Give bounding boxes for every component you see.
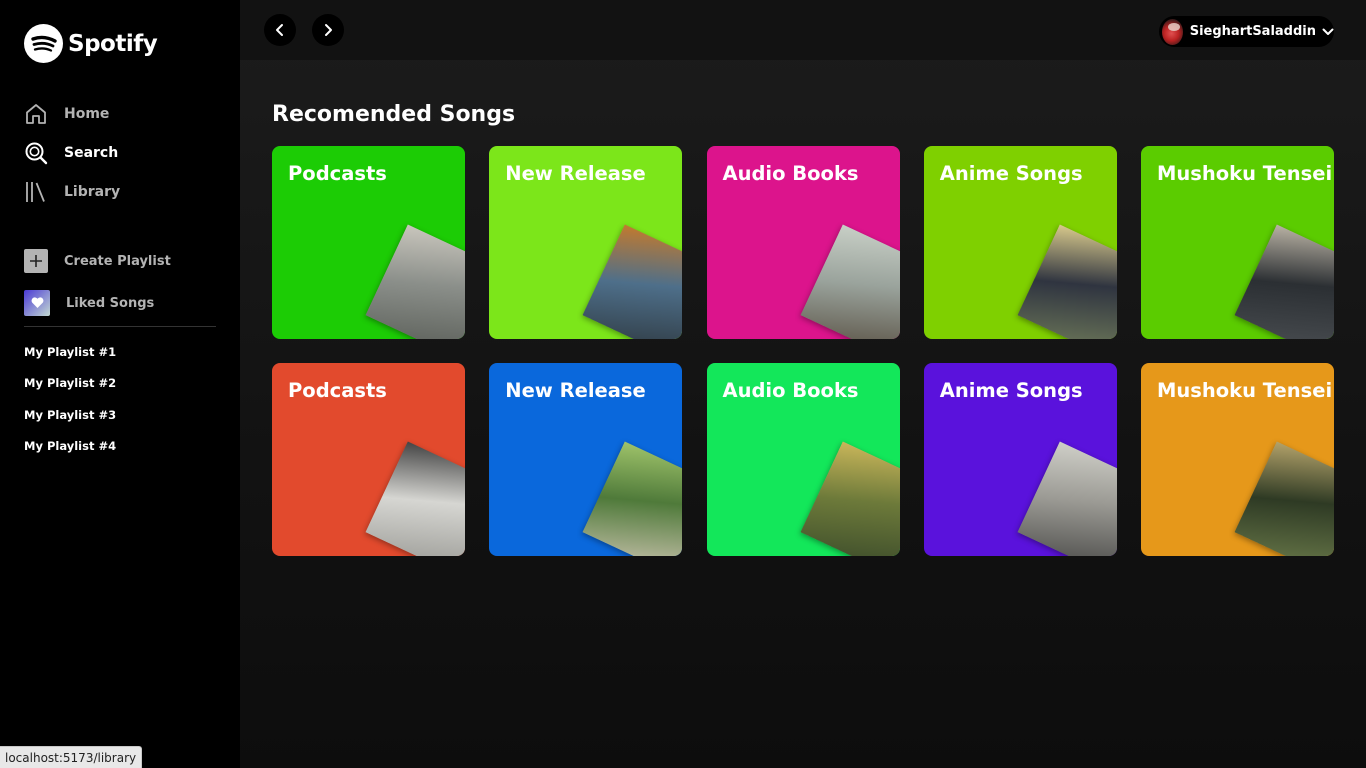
section-title: Recomended Songs — [272, 102, 516, 127]
card-title: Mushoku Tensei — [1157, 162, 1333, 185]
plus-icon — [24, 249, 48, 273]
card-cover-image — [1017, 441, 1117, 556]
username: SieghartSaladdin — [1189, 24, 1316, 39]
home-icon — [24, 102, 48, 126]
card-title: Anime Songs — [939, 162, 1083, 185]
create-playlist-button[interactable]: Create Playlist — [24, 240, 171, 282]
sidebar-item-label: Library — [64, 183, 121, 200]
card-cover-image — [1017, 224, 1117, 339]
back-button[interactable] — [264, 14, 296, 46]
spotify-logo[interactable]: Spotify — [24, 24, 158, 63]
spotify-logo-text: Spotify — [68, 30, 158, 57]
card-title: Audio Books — [722, 162, 859, 185]
card-cover-image — [800, 441, 900, 556]
category-card[interactable]: Anime Songs — [923, 363, 1117, 556]
liked-songs-button[interactable]: Liked Songs — [24, 282, 171, 324]
playlist-list: My Playlist #1 My Playlist #2 My Playlis… — [24, 336, 116, 462]
playlist-item[interactable]: My Playlist #3 — [24, 399, 116, 431]
category-card[interactable]: New Release — [489, 363, 683, 556]
category-card[interactable]: Audio Books — [706, 146, 900, 339]
card-cover-image — [365, 224, 465, 339]
liked-songs-label: Liked Songs — [66, 295, 155, 311]
card-cover-image — [1234, 441, 1334, 556]
sidebar-actions: Create Playlist Liked Songs — [24, 240, 171, 324]
avatar — [1162, 18, 1183, 45]
chevron-down-icon — [1322, 28, 1334, 36]
chevron-right-icon — [325, 24, 332, 36]
card-title: Podcasts — [288, 379, 387, 402]
card-title: Audio Books — [722, 379, 859, 402]
card-title: New Release — [505, 162, 646, 185]
card-cover-image — [800, 224, 900, 339]
card-title: Podcasts — [288, 162, 387, 185]
category-card[interactable]: Mushoku Tensei — [1141, 146, 1334, 339]
sidebar-item-label: Search — [64, 144, 119, 161]
card-cover-image — [365, 441, 465, 556]
status-url: localhost:5173/library — [0, 746, 143, 768]
category-card[interactable]: New Release — [489, 146, 683, 339]
playlist-item[interactable]: My Playlist #2 — [24, 368, 116, 400]
card-cover-image — [1234, 224, 1334, 339]
sidebar-divider — [24, 326, 216, 327]
sidebar-nav: Home Search Library — [24, 94, 120, 211]
category-card[interactable]: Podcasts — [272, 146, 465, 339]
search-icon — [24, 141, 48, 165]
card-title: Anime Songs — [939, 379, 1083, 402]
sidebar-item-home[interactable]: Home — [24, 94, 120, 133]
library-icon — [24, 180, 48, 204]
user-menu-button[interactable]: SieghartSaladdin — [1159, 16, 1334, 47]
spotify-logo-icon — [24, 24, 63, 63]
sidebar: Spotify Home Search Library Create Playl… — [0, 0, 240, 768]
sidebar-item-label: Home — [64, 105, 110, 122]
playlist-item[interactable]: My Playlist #4 — [24, 431, 116, 463]
card-cover-image — [582, 441, 683, 556]
main-content: SieghartSaladdin Recomended Songs Podcas… — [240, 0, 1366, 768]
playlist-item[interactable]: My Playlist #1 — [24, 336, 116, 368]
card-cover-image — [582, 224, 683, 339]
card-title: Mushoku Tensei — [1157, 379, 1333, 402]
category-card[interactable]: Audio Books — [706, 363, 900, 556]
category-card[interactable]: Mushoku Tensei — [1141, 363, 1334, 556]
category-card[interactable]: Anime Songs — [923, 146, 1117, 339]
forward-button[interactable] — [312, 14, 344, 46]
category-card[interactable]: Podcasts — [272, 363, 465, 556]
chevron-left-icon — [276, 24, 283, 36]
sidebar-item-library[interactable]: Library — [24, 172, 120, 211]
card-title: New Release — [505, 379, 646, 402]
heart-icon — [24, 290, 50, 316]
top-bar: SieghartSaladdin — [240, 0, 1366, 60]
sidebar-item-search[interactable]: Search — [24, 133, 120, 172]
create-playlist-label: Create Playlist — [64, 253, 171, 269]
